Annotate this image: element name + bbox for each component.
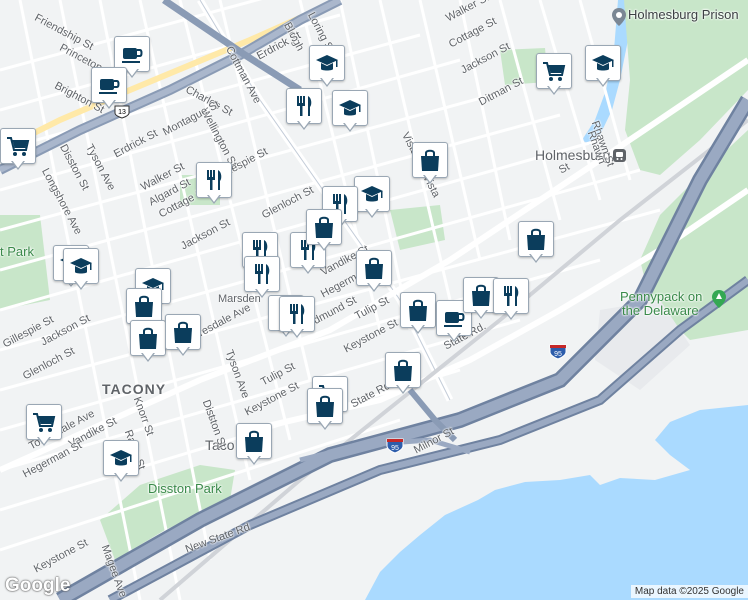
place-label-disston-park: Disston Park [148, 481, 222, 496]
shopping-bag-marker[interactable] [236, 423, 272, 469]
marker-box [309, 45, 345, 81]
marker-tip [102, 99, 116, 109]
pennypack-park-pin-icon[interactable] [712, 290, 726, 313]
interstate-shield-icon: 95 [549, 344, 567, 365]
marker-box [126, 288, 162, 324]
marker-box [0, 128, 36, 164]
fork-knife-marker[interactable] [196, 162, 232, 208]
marker-tip [37, 436, 51, 446]
shield-number: 95 [391, 445, 399, 452]
marker-box [279, 296, 315, 332]
marker-tip [301, 264, 315, 274]
marker-tip [297, 120, 311, 130]
cart-marker[interactable] [26, 404, 62, 450]
graduation-cap-marker[interactable] [103, 440, 139, 486]
marker-box [286, 88, 322, 124]
graduation-cap-marker[interactable] [63, 248, 99, 294]
marker-box [103, 440, 139, 476]
marker-tip [474, 309, 488, 319]
graduation-cap-marker[interactable] [585, 45, 621, 91]
marker-tip [125, 68, 139, 78]
marker-tip [11, 160, 25, 170]
marker-tip [343, 122, 357, 132]
marker-box [518, 221, 554, 257]
interstate-shield-icon: 95 [386, 438, 404, 459]
marker-tip [367, 282, 381, 292]
map-canvas[interactable]: Holmesburg Prison Holmesburg TACONY Taco Pen… [0, 0, 748, 600]
marker-box [354, 176, 390, 212]
marker-box [196, 162, 232, 198]
shopping-bag-marker[interactable] [518, 221, 554, 267]
marker-tip [504, 310, 518, 320]
fork-knife-marker[interactable] [286, 88, 322, 134]
marker-box [130, 320, 166, 356]
marker-box [412, 142, 448, 178]
shopping-bag-marker[interactable] [400, 292, 436, 338]
marker-box [26, 404, 62, 440]
shield-number: 95 [554, 351, 562, 358]
marker-box [536, 53, 572, 89]
marker-tip [423, 174, 437, 184]
marker-tip [207, 194, 221, 204]
fork-knife-marker[interactable] [493, 278, 529, 324]
coffee-marker[interactable] [91, 67, 127, 113]
shopping-bag-marker[interactable] [306, 209, 342, 255]
marker-tip [141, 352, 155, 362]
marker-tip [596, 77, 610, 87]
shopping-bag-marker[interactable] [412, 142, 448, 188]
marker-tip [396, 384, 410, 394]
marker-tip [447, 332, 461, 342]
marker-box [400, 292, 436, 328]
marker-box [63, 248, 99, 284]
place-label-holmesburg-prison: Holmesburg Prison [628, 7, 739, 22]
marker-box [236, 423, 272, 459]
place-label-pennypack-1: Pennypack on [620, 289, 703, 304]
graduation-cap-marker[interactable] [309, 45, 345, 91]
marker-tip [529, 253, 543, 263]
marker-box [165, 314, 201, 350]
train-station-icon[interactable] [613, 149, 626, 167]
marker-tip [114, 472, 128, 482]
marker-tip [247, 455, 261, 465]
marker-tip [255, 288, 269, 298]
holmesburg-prison-pin-icon[interactable] [612, 8, 626, 31]
marker-tip [411, 324, 425, 334]
marker-box [244, 256, 280, 292]
fork-knife-marker[interactable] [279, 296, 315, 342]
graduation-cap-marker[interactable] [332, 90, 368, 136]
place-label-t-park: t Park [0, 244, 34, 259]
marker-tip [176, 346, 190, 356]
shopping-bag-marker[interactable] [356, 250, 392, 296]
google-logo: Google [5, 575, 71, 596]
marker-tip [365, 208, 379, 218]
shopping-bag-marker[interactable] [385, 352, 421, 398]
marker-tip [320, 77, 334, 87]
marker-box [307, 388, 343, 424]
place-label-tacony: TACONY [102, 381, 167, 397]
shopping-bag-marker[interactable] [130, 320, 166, 366]
graduation-cap-marker[interactable] [354, 176, 390, 222]
marker-tip [290, 328, 304, 338]
marker-box [91, 67, 127, 103]
place-label-pennypack-2: the Delaware [622, 303, 699, 318]
marker-box [332, 90, 368, 126]
shopping-bag-marker[interactable] [307, 388, 343, 434]
marker-tip [318, 420, 332, 430]
marker-box [306, 209, 342, 245]
marker-box [585, 45, 621, 81]
cart-marker[interactable] [0, 128, 36, 174]
marker-tip [74, 280, 88, 290]
marker-tip [547, 85, 561, 95]
cart-marker[interactable] [536, 53, 572, 99]
marker-box [385, 352, 421, 388]
shopping-bag-marker[interactable] [165, 314, 201, 360]
map-attribution: Map data ©2025 Google [630, 585, 748, 598]
marker-box [356, 250, 392, 286]
marker-box [493, 278, 529, 314]
marker-tip [317, 241, 331, 251]
